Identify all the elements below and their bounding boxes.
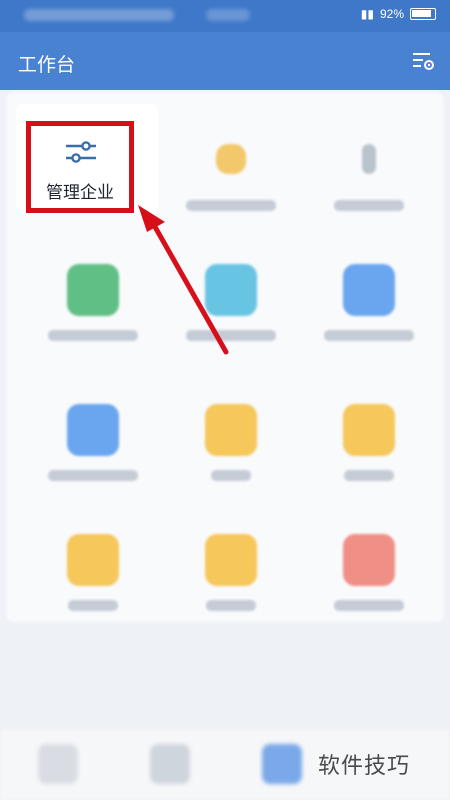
tile-label xyxy=(186,200,276,211)
grid-tile[interactable] xyxy=(296,232,442,357)
battery-icon xyxy=(410,8,436,20)
tile-label xyxy=(334,200,404,211)
tile-label xyxy=(48,330,138,341)
tile-label xyxy=(68,600,118,611)
status-bar-blurred-left xyxy=(24,9,174,21)
page-title: 工作台 xyxy=(18,54,76,76)
grid-tile[interactable] xyxy=(158,502,304,627)
tab-icon[interactable] xyxy=(262,744,302,784)
grid-tile[interactable] xyxy=(20,502,166,627)
tile-icon xyxy=(343,264,395,316)
settings-list-gear-icon[interactable] xyxy=(410,48,436,74)
tile-icon xyxy=(67,404,119,456)
tile-label xyxy=(334,600,404,611)
status-indicators: ▮▮ 92% xyxy=(361,7,436,21)
grid-tile[interactable] xyxy=(296,372,442,497)
grid-tile[interactable] xyxy=(20,232,166,357)
grid-tile[interactable] xyxy=(158,232,304,357)
watermark-text: 软件技巧 xyxy=(318,754,411,779)
tile-icon xyxy=(205,404,257,456)
tile-icon xyxy=(343,404,395,456)
tile-icon xyxy=(216,144,246,174)
app-bar: 工作台 xyxy=(0,32,450,90)
tile-label xyxy=(206,600,256,611)
tile-label xyxy=(211,470,251,481)
tile-label xyxy=(324,330,414,341)
tile-label xyxy=(186,330,276,341)
status-bar-blurred-middle xyxy=(206,9,250,21)
tile-icon xyxy=(205,264,257,316)
tab-icon[interactable] xyxy=(38,744,78,784)
status-bar: ▮▮ 92% xyxy=(0,0,450,32)
grid-tile[interactable] xyxy=(20,372,166,497)
tile-icon xyxy=(67,264,119,316)
highlight-box xyxy=(26,121,134,213)
grid-tile[interactable] xyxy=(296,102,442,227)
tile-label xyxy=(48,470,138,481)
tab-icon[interactable] xyxy=(150,744,190,784)
tile-icon xyxy=(362,144,376,174)
signal-icon: ▮▮ xyxy=(360,7,374,21)
grid-tile[interactable] xyxy=(158,102,304,227)
tile-icon xyxy=(67,534,119,586)
battery-percent: 92% xyxy=(379,7,404,21)
tile-icon xyxy=(205,534,257,586)
tile-icon xyxy=(343,534,395,586)
tile-label xyxy=(344,470,394,481)
grid-tile[interactable] xyxy=(158,372,304,497)
grid-tile[interactable] xyxy=(296,502,442,627)
